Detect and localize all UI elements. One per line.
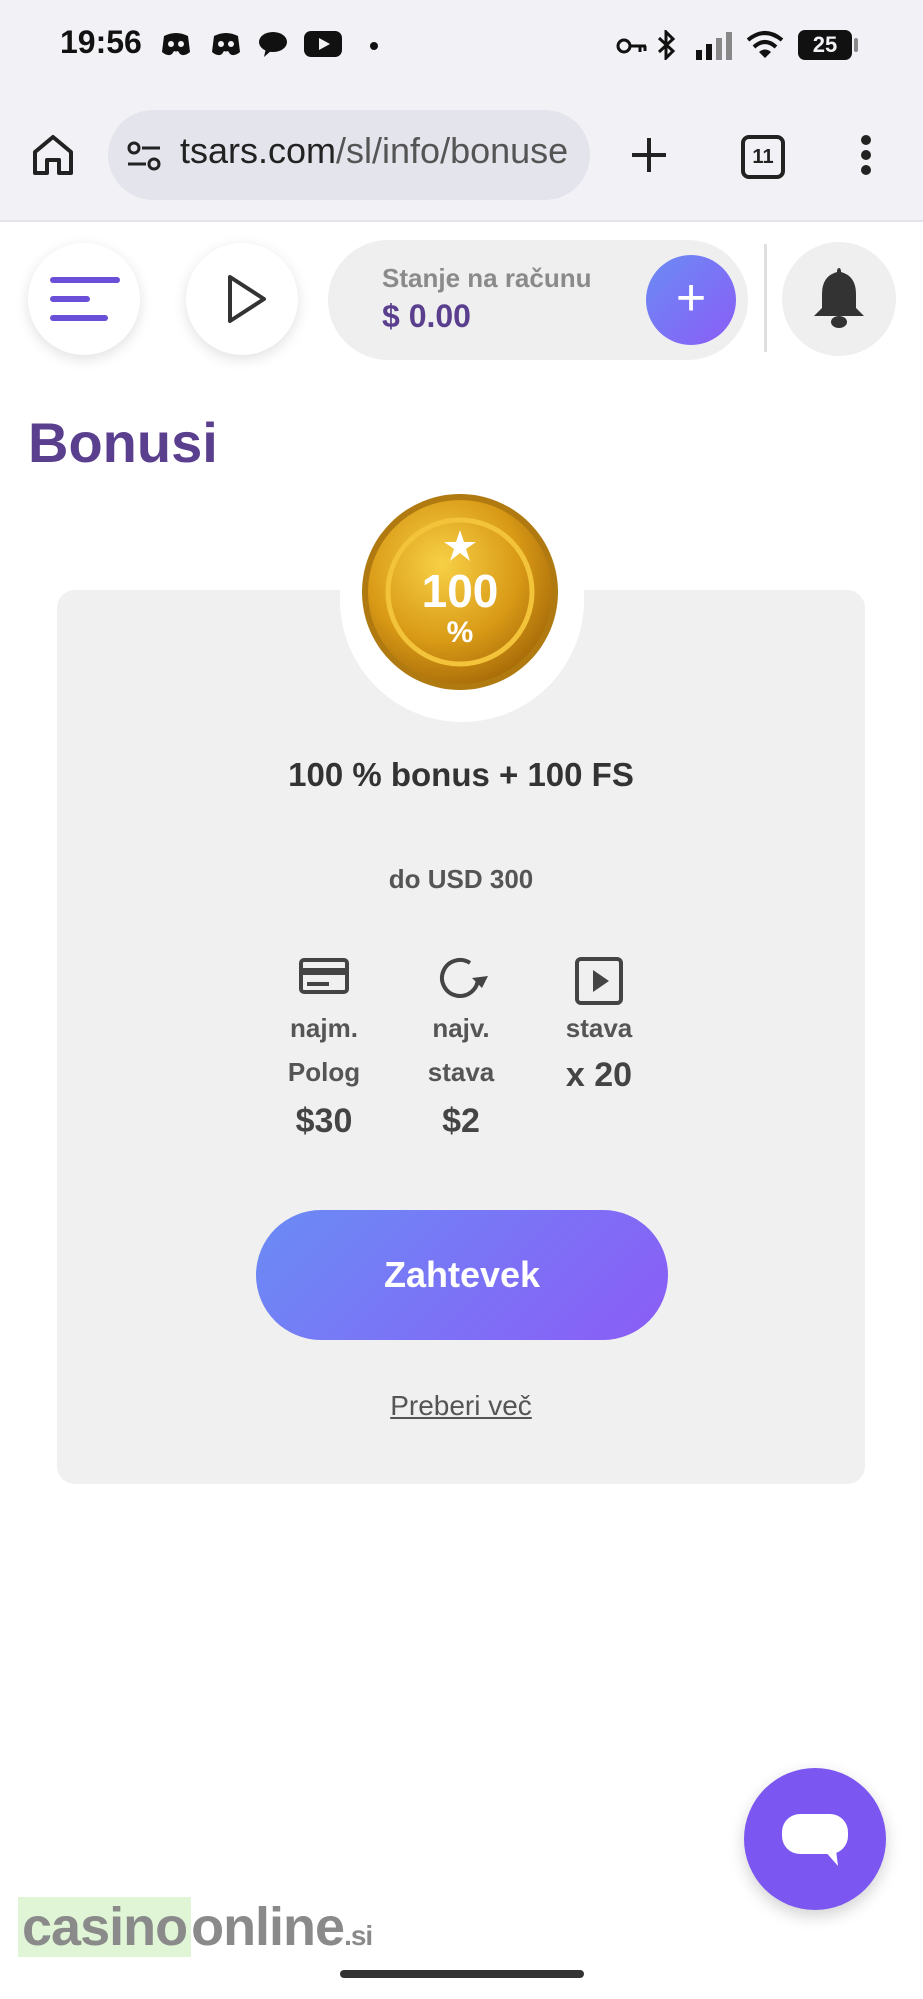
watermark-casino: casino xyxy=(18,1897,192,1957)
discord-icon xyxy=(162,33,190,56)
play-square-icon xyxy=(575,957,623,1005)
stat-wagering: stava x 20 xyxy=(529,956,669,1095)
stat-label-line2: Polog xyxy=(287,1057,361,1087)
credit-card-icon xyxy=(299,958,349,994)
url-domain: tsars.com xyxy=(180,130,337,171)
key-icon xyxy=(616,38,647,54)
stat-value: $2 xyxy=(442,1102,480,1140)
bluetooth-icon xyxy=(657,30,676,60)
home-indicator[interactable] xyxy=(340,1970,584,1978)
offer-subtitle: do USD 300 xyxy=(388,864,534,894)
header-divider xyxy=(764,244,767,352)
hamburger-menu-icon xyxy=(50,277,120,321)
stat-value: $30 xyxy=(295,1102,353,1140)
stat-label-line2: stava xyxy=(427,1057,495,1087)
stat-label-line1: najv. xyxy=(432,1013,490,1043)
wifi-icon xyxy=(746,31,784,58)
battery-level: 25 xyxy=(812,32,838,57)
bonus-coin-badge: 100 % xyxy=(360,492,560,692)
site-settings-icon[interactable] xyxy=(126,140,162,172)
deposit-button[interactable]: + xyxy=(646,255,736,345)
signal-icon xyxy=(696,32,732,60)
dot-icon xyxy=(370,42,378,50)
plus-icon: + xyxy=(675,269,707,327)
status-time: 19:56 xyxy=(60,24,142,60)
refresh-icon xyxy=(440,957,488,998)
notifications-button[interactable] xyxy=(782,242,896,356)
new-tab-icon[interactable] xyxy=(628,134,670,176)
balance-value: $ 0.00 xyxy=(382,298,471,334)
discord-icon xyxy=(212,33,240,56)
stat-min-deposit: najm. Polog $30 xyxy=(254,956,394,1141)
claim-button[interactable]: Zahtevek xyxy=(256,1210,668,1340)
watermark-tld: .si xyxy=(344,1920,373,1951)
bell-icon xyxy=(814,268,864,328)
stat-value: x 20 xyxy=(565,1056,633,1094)
chat-button[interactable] xyxy=(744,1768,886,1910)
play-icon xyxy=(228,275,266,323)
battery-icon: 25 xyxy=(798,30,852,60)
url-path: /sl/info/bonuse xyxy=(336,130,569,171)
stat-label-line1: najm. xyxy=(290,1013,358,1043)
watermark-online: online xyxy=(191,1897,345,1957)
tab-count: 11 xyxy=(752,146,774,168)
more-menu-icon[interactable] xyxy=(860,134,872,176)
play-button[interactable] xyxy=(186,243,298,355)
home-icon[interactable] xyxy=(30,132,76,178)
offer-title: 100 % bonus + 100 FS xyxy=(288,756,634,793)
chat-bubble-icon xyxy=(259,32,287,57)
youtube-icon xyxy=(304,31,342,57)
url-text[interactable]: tsars.com/sl/info/bonuse xyxy=(180,130,575,172)
badge-percent: % xyxy=(446,616,474,649)
stat-max-bet: najv. stava $2 xyxy=(391,956,531,1141)
menu-button[interactable] xyxy=(28,243,140,355)
stat-label-line1: stava xyxy=(565,1013,633,1043)
balance-label: Stanje na računu xyxy=(382,263,592,293)
badge-number: 100 xyxy=(421,565,499,617)
watermark-logo: casinoonline.si xyxy=(18,1896,373,1958)
chat-icon xyxy=(782,1814,848,1866)
tab-switcher-button[interactable]: 11 xyxy=(741,135,785,179)
page-title: Bonusi xyxy=(28,411,218,474)
read-more-link[interactable]: Preberi več xyxy=(57,1390,865,1422)
battery-tip xyxy=(854,38,858,52)
